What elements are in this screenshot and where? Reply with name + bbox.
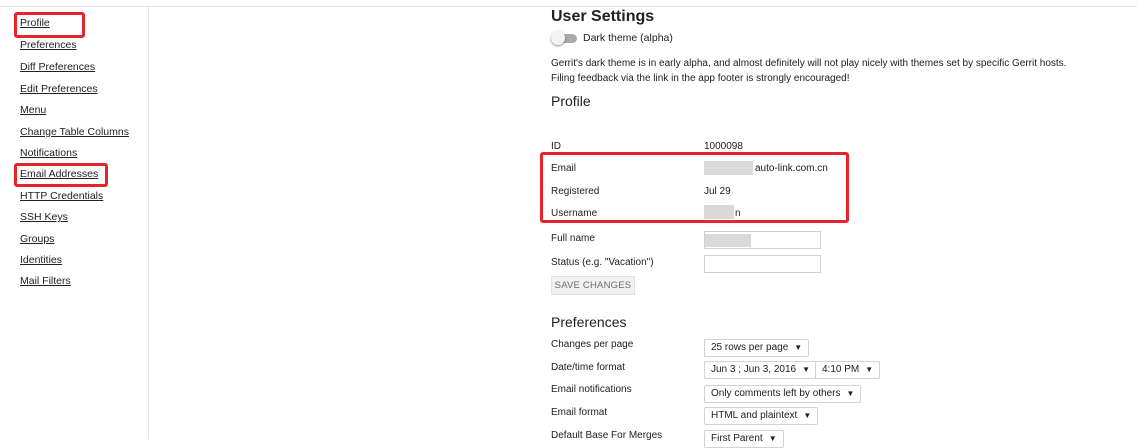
chevron-down-icon: ▼ [865, 365, 874, 374]
toggle-knob [551, 31, 565, 45]
preferences-heading: Preferences [551, 314, 627, 330]
changes-per-page-select[interactable]: 25 rows per page ▼ [704, 339, 810, 357]
id-label: ID [551, 141, 561, 152]
email-format-select[interactable]: HTML and plaintext ▼ [704, 407, 819, 425]
registered-value: Jul 29 [704, 186, 731, 197]
email-notifications-label: Email notifications [551, 384, 632, 395]
email-format-label: Email format [551, 407, 608, 418]
username-label: Username [551, 208, 598, 219]
dark-theme-label: Dark theme (alpha) [583, 32, 673, 44]
page-title: User Settings [551, 8, 655, 25]
email-notifications-value: Only comments left by others [711, 388, 841, 399]
email-value: auto-link.com.cn [755, 163, 828, 174]
profile-heading: Profile [551, 93, 591, 109]
dark-theme-note: Gerrit's dark theme is in early alpha, a… [551, 58, 1067, 84]
chevron-down-icon: ▼ [846, 389, 855, 398]
date-format-value: Jun 3 ; Jun 3, 2016 [711, 364, 797, 375]
full-name-label: Full name [551, 233, 595, 244]
redacted-full-name [705, 234, 751, 247]
changes-per-page-value: 25 rows per page [711, 342, 789, 353]
email-format-value: HTML and plaintext [711, 410, 798, 421]
default-base-select[interactable]: First Parent ▼ [704, 430, 784, 448]
time-format-select[interactable]: 4:10 PM ▼ [815, 361, 881, 379]
status-input[interactable] [704, 255, 821, 273]
chevron-down-icon: ▼ [803, 411, 812, 420]
status-label: Status (e.g. "Vacation") [551, 257, 654, 268]
datetime-format-label: Date/time format [551, 362, 625, 373]
date-format-select[interactable]: Jun 3 ; Jun 3, 2016 ▼ [704, 361, 817, 379]
settings-main: User Settings Dark theme (alpha) Gerrit'… [0, 0, 1137, 448]
redacted-email [704, 161, 753, 175]
id-value: 1000098 [704, 141, 743, 152]
changes-per-page-label: Changes per page [551, 339, 634, 350]
save-changes-button[interactable]: SAVE CHANGES [551, 276, 635, 295]
email-label: Email [551, 163, 577, 174]
dark-theme-toggle[interactable] [551, 31, 578, 45]
time-format-value: 4:10 PM [822, 364, 860, 375]
chevron-down-icon: ▼ [802, 365, 810, 374]
chevron-down-icon: ▼ [794, 343, 803, 352]
default-base-label: Default Base For Merges [551, 430, 663, 441]
redacted-username [704, 205, 734, 219]
email-notifications-select[interactable]: Only comments left by others ▼ [704, 385, 862, 403]
username-value: n [735, 208, 741, 219]
registered-label: Registered [551, 186, 600, 197]
